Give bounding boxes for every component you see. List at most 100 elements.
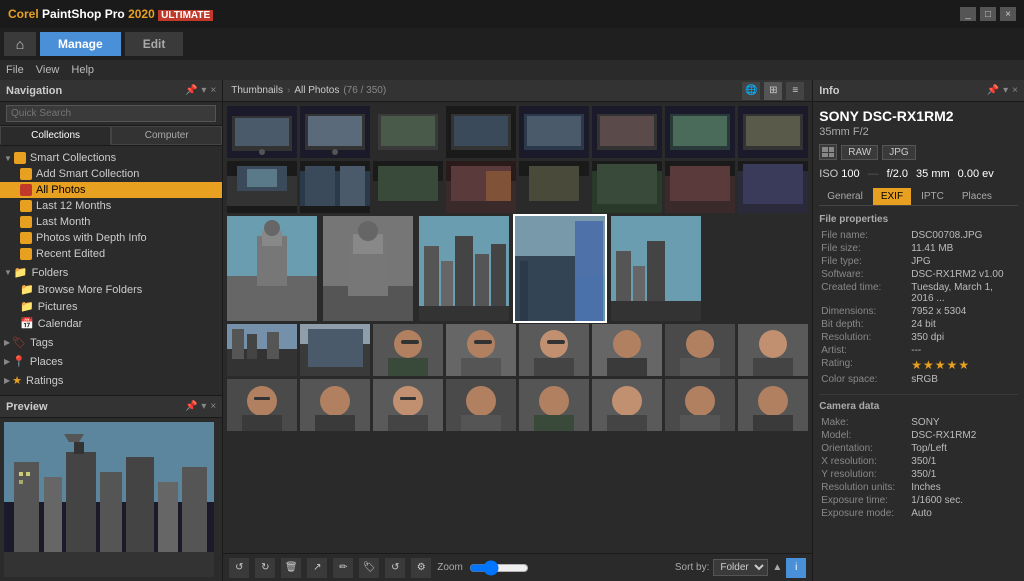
- tree-item-last-month[interactable]: Last Month: [0, 214, 222, 230]
- tree-item-browse-folders[interactable]: 📁 Browse More Folders: [0, 281, 222, 298]
- thumbnail-item[interactable]: [446, 161, 516, 213]
- thumbnail-item[interactable]: [446, 379, 516, 431]
- tree-item-last-12[interactable]: Last 12 Months: [0, 198, 222, 214]
- minimize-button[interactable]: _: [960, 7, 976, 21]
- info-icon[interactable]: i: [786, 558, 806, 578]
- tool-delete[interactable]: 🗑: [281, 558, 301, 578]
- thumbnail-item[interactable]: [300, 106, 370, 158]
- menu-help[interactable]: Help: [71, 64, 94, 76]
- folders-header[interactable]: ▼ 📁 Folders: [0, 264, 222, 281]
- thumbnail-item[interactable]: [446, 106, 516, 158]
- thumbnail-item[interactable]: [227, 379, 297, 431]
- preview-pin-icon[interactable]: 📌: [185, 401, 197, 412]
- info-pin-icon[interactable]: 📌: [987, 85, 999, 96]
- pin-icon[interactable]: 📌: [185, 85, 197, 96]
- tab-edit[interactable]: Edit: [125, 32, 184, 56]
- thumbnail-item[interactable]: [446, 324, 516, 376]
- thumbnail-item[interactable]: [665, 324, 735, 376]
- thumbnail-item[interactable]: [373, 161, 443, 213]
- thumbnail-item[interactable]: [592, 324, 662, 376]
- tool-share[interactable]: ↗: [307, 558, 327, 578]
- tab-manage[interactable]: Manage: [40, 32, 121, 56]
- thumbnail-item[interactable]: [611, 216, 701, 321]
- globe-icon-btn[interactable]: 🌐: [742, 82, 760, 100]
- tree-item-calendar[interactable]: 📅 Calendar: [0, 315, 222, 332]
- tool-refresh[interactable]: ↺: [385, 558, 405, 578]
- preview-close-icon[interactable]: ×: [210, 401, 216, 412]
- window-controls[interactable]: _ □ ×: [960, 7, 1016, 21]
- thumbnail-item[interactable]: [300, 379, 370, 431]
- thumbnail-item[interactable]: [519, 324, 589, 376]
- thumbnail-item[interactable]: [738, 324, 808, 376]
- make-label: Make:: [819, 416, 909, 429]
- ratings-header[interactable]: ▶ ★ Ratings: [0, 372, 222, 389]
- info-menu-icon[interactable]: ▾: [1003, 85, 1008, 96]
- thumbnail-item[interactable]: [300, 324, 370, 376]
- tool-settings[interactable]: ⚙: [411, 558, 431, 578]
- thumbnail-item[interactable]: [665, 106, 735, 158]
- tree-item-pictures[interactable]: 📁 Pictures: [0, 298, 222, 315]
- pictures-label: Pictures: [38, 301, 78, 313]
- home-button[interactable]: ⌂: [4, 32, 36, 56]
- lens-info: 35mm F/2: [819, 126, 1018, 138]
- tags-header[interactable]: ▶ 🏷 Tags: [0, 334, 222, 351]
- thumbnail-item[interactable]: [373, 324, 443, 376]
- thumbnail-item[interactable]: [592, 106, 662, 158]
- thumbnail-item[interactable]: [519, 161, 589, 213]
- menu-file[interactable]: File: [6, 64, 24, 76]
- quick-search-area: [0, 102, 222, 126]
- pictures-icon: 📁: [20, 300, 34, 313]
- thumbnail-item[interactable]: [227, 216, 317, 321]
- tab-exif[interactable]: EXIF: [873, 188, 911, 205]
- panel-menu-icon[interactable]: ▾: [201, 85, 206, 96]
- tree-item-add-smart[interactable]: Add Smart Collection: [0, 166, 222, 182]
- thumbnail-item[interactable]: [519, 106, 589, 158]
- preview-panel: Preview 📌 ▾ ×: [0, 395, 222, 581]
- tool-tag[interactable]: 🏷: [359, 558, 379, 578]
- tab-iptc[interactable]: IPTC: [913, 188, 952, 205]
- thumbnail-item[interactable]: [592, 379, 662, 431]
- tool-rotate-left[interactable]: ↺: [229, 558, 249, 578]
- tab-places[interactable]: Places: [954, 188, 1000, 205]
- smart-collection-icon: [14, 152, 26, 164]
- thumbnail-item[interactable]: [592, 161, 662, 213]
- smart-collections-header[interactable]: ▼ Smart Collections: [0, 150, 222, 166]
- tree-item-recent[interactable]: Recent Edited: [0, 246, 222, 262]
- menu-view[interactable]: View: [36, 64, 60, 76]
- tab-collections[interactable]: Collections: [0, 126, 111, 145]
- ascending-btn[interactable]: ▲: [772, 562, 782, 573]
- thumbnail-item[interactable]: [419, 216, 509, 321]
- thumbnail-item[interactable]: [373, 106, 443, 158]
- close-button[interactable]: ×: [1000, 7, 1016, 21]
- thumbnail-item[interactable]: [300, 161, 370, 213]
- tab-general[interactable]: General: [819, 188, 871, 205]
- thumbnail-item[interactable]: [515, 216, 605, 321]
- thumbnail-item[interactable]: [738, 379, 808, 431]
- tree-item-depth-info[interactable]: Photos with Depth Info: [0, 230, 222, 246]
- thumbnail-item[interactable]: [227, 161, 297, 213]
- preview-menu-icon[interactable]: ▾: [201, 401, 206, 412]
- created-label: Created time:: [819, 281, 909, 305]
- tree-item-all-photos[interactable]: All Photos: [0, 182, 222, 198]
- thumbnail-item[interactable]: [665, 161, 735, 213]
- panel-close-icon[interactable]: ×: [210, 85, 216, 96]
- thumbnail-item[interactable]: [665, 379, 735, 431]
- maximize-button[interactable]: □: [980, 7, 996, 21]
- tab-computer[interactable]: Computer: [111, 126, 222, 145]
- thumbnail-item[interactable]: [738, 106, 808, 158]
- detail-view-btn[interactable]: ≡: [786, 82, 804, 100]
- tool-rotate-right[interactable]: ↻: [255, 558, 275, 578]
- quick-search-input[interactable]: [6, 105, 216, 122]
- sort-select[interactable]: Folder Date Name Rating: [713, 559, 768, 576]
- places-header[interactable]: ▶ 📍 Places: [0, 353, 222, 370]
- thumbnail-item[interactable]: [738, 161, 808, 213]
- thumbnail-item[interactable]: [373, 379, 443, 431]
- thumbnail-item[interactable]: [519, 379, 589, 431]
- zoom-slider[interactable]: [469, 560, 529, 576]
- thumbnail-item[interactable]: [227, 106, 297, 158]
- thumbnail-item[interactable]: [323, 216, 413, 321]
- info-close-icon[interactable]: ×: [1012, 85, 1018, 96]
- thumbnail-item[interactable]: [227, 324, 297, 376]
- tool-edit[interactable]: ✏: [333, 558, 353, 578]
- grid-view-btn[interactable]: ⊞: [764, 82, 782, 100]
